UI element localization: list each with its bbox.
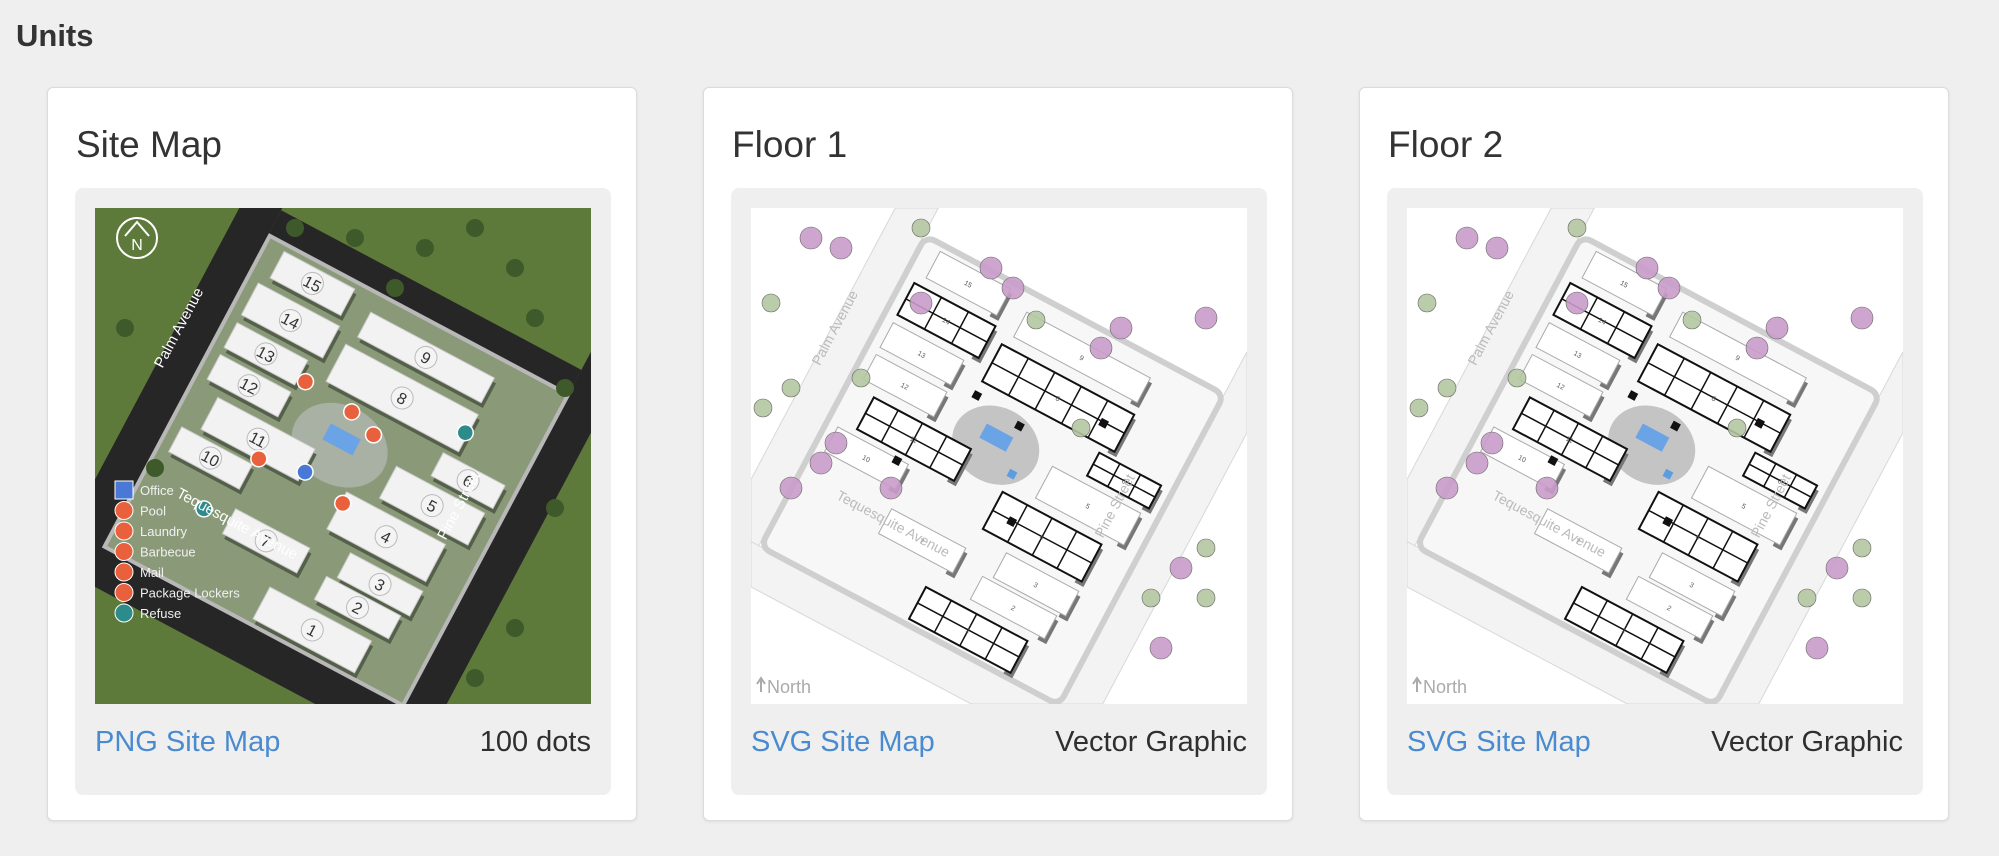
mail-icon: [114, 562, 134, 582]
north-label: N: [131, 237, 143, 254]
tree: [556, 379, 574, 397]
tree: [546, 499, 564, 517]
tree: [879, 476, 903, 500]
tree: [1765, 316, 1789, 340]
map-preview-panel: 15 14 13 12 11 10 9 8 6 5 4 3 2 1 7 Palm Avenue Tequesqu…: [75, 188, 611, 795]
resolution-label: 100 dots: [479, 726, 591, 758]
package-lockers-icon: [114, 583, 134, 602]
card-title: Floor 1: [732, 124, 848, 165]
floor-2-card: Floor 2 15 14 13 12 11 10 9 8 6 5 4 3 2 1 7 Palm Avenue…: [1359, 87, 1949, 821]
tree: [386, 279, 404, 297]
card-title: Floor 2: [1388, 124, 1504, 165]
tree: [466, 219, 484, 237]
floor-1-card: Floor 1 15 14 13 12 11 10 9 8 6 5 4 3 2 1 7 Palm Avenue…: [703, 87, 1293, 821]
tree: [416, 239, 434, 257]
tree: [1437, 378, 1457, 398]
tree: [1485, 236, 1509, 260]
office-icon: [114, 480, 134, 500]
tree: [506, 259, 524, 277]
tree: [1149, 636, 1173, 660]
legend-label: Package Lockers: [140, 586, 240, 601]
tree: [809, 451, 833, 475]
tree: [781, 378, 801, 398]
tree: [1480, 431, 1504, 455]
floor-2-map-image[interactable]: 151413121110986543217Palm AvenueTequesqu…: [1407, 208, 1903, 704]
format-label: Vector Graphic: [1055, 726, 1247, 758]
tree: [851, 368, 871, 388]
barbecue-icon: [114, 542, 134, 561]
tree: [1797, 588, 1817, 608]
tree: [1567, 218, 1587, 238]
tree: [1825, 556, 1849, 580]
tree: [1417, 293, 1437, 313]
tree: [1001, 276, 1025, 300]
legend-label: Laundry: [140, 524, 187, 539]
tree: [526, 309, 544, 327]
tree: [1657, 276, 1681, 300]
map-preview-panel: 15 14 13 12 11 10 9 8 6 5 4 3 2 1 7 Palm Avenue Tequesqu…: [731, 188, 1267, 795]
tree: [1435, 476, 1459, 500]
format-label: Vector Graphic: [1711, 726, 1903, 758]
tree: [1026, 310, 1046, 330]
tree: [1635, 256, 1659, 280]
legend-label: Barbecue: [140, 545, 196, 560]
laundry-icon: [114, 521, 134, 541]
tree: [799, 226, 823, 250]
legend-label: Mail: [140, 565, 164, 580]
tree: [979, 256, 1003, 280]
tree: [1852, 588, 1872, 608]
tree: [779, 476, 803, 500]
refuse-icon: [114, 603, 134, 623]
tree: [909, 291, 933, 315]
tree: [1194, 306, 1218, 330]
legend-label: Refuse: [140, 606, 181, 621]
tree: [1727, 418, 1747, 438]
pool-icon: [114, 501, 134, 520]
tree: [286, 219, 304, 237]
tree: [466, 669, 484, 687]
tree: [829, 236, 853, 260]
card-title: Site Map: [76, 124, 223, 165]
tree: [753, 398, 773, 418]
north-label: North: [767, 677, 811, 697]
site-map-image[interactable]: 151413121110986543217Palm AvenueTequesqu…: [95, 208, 591, 704]
tree: [1850, 306, 1874, 330]
tree: [1196, 538, 1216, 558]
tree: [761, 293, 781, 313]
tree: [116, 319, 134, 337]
tree: [1109, 316, 1133, 340]
tree: [1196, 588, 1216, 608]
tree: [1465, 451, 1489, 475]
site-map-card: Site Map 15 14 13 12 11 10 9 8 6 5 4 3 2 1 7 Palm Avenu…: [47, 87, 637, 821]
section-title: Units: [16, 18, 94, 53]
tree: [506, 619, 524, 637]
tree: [1141, 588, 1161, 608]
legend-label: Pool: [140, 504, 166, 519]
tree: [824, 431, 848, 455]
tree: [1535, 476, 1559, 500]
tree: [1169, 556, 1193, 580]
tree: [1507, 368, 1527, 388]
tree: [1455, 226, 1479, 250]
tree: [346, 229, 364, 247]
tree: [911, 218, 931, 238]
svg-site-map-link[interactable]: SVG Site Map: [1407, 726, 1591, 759]
north-label: North: [1423, 677, 1467, 697]
floor-1-map-image[interactable]: 151413121110986543217Palm AvenueTequesqu…: [751, 208, 1247, 704]
map-preview-panel: 15 14 13 12 11 10 9 8 6 5 4 3 2 1 7 Palm Avenue Tequesqu…: [1387, 188, 1923, 795]
tree: [1682, 310, 1702, 330]
tree: [1805, 636, 1829, 660]
tree: [1089, 336, 1113, 360]
tree: [1852, 538, 1872, 558]
tree: [1565, 291, 1589, 315]
svg-site-map-link[interactable]: SVG Site Map: [751, 726, 935, 759]
legend-label: Office: [140, 483, 174, 498]
tree: [146, 459, 164, 477]
tree: [1409, 398, 1429, 418]
tree: [1071, 418, 1091, 438]
tree: [1745, 336, 1769, 360]
png-site-map-link[interactable]: PNG Site Map: [95, 726, 280, 759]
